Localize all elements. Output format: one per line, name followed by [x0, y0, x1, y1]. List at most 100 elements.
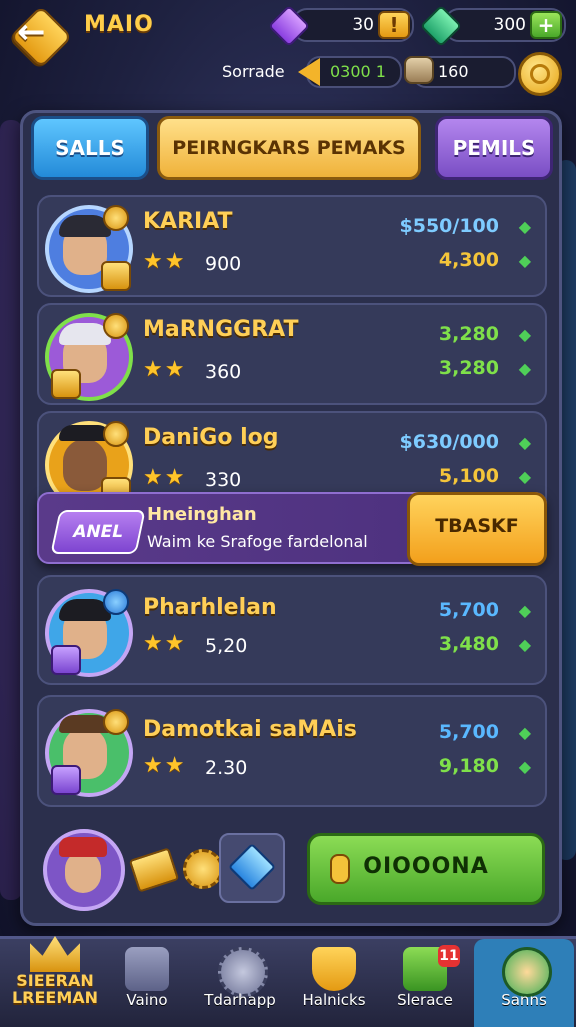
action-bar: OIOOONA — [37, 829, 545, 911]
key-icon — [330, 854, 350, 884]
tab-pemils[interactable]: PEMILS — [435, 116, 553, 180]
player-name: DaniGo log — [143, 425, 279, 450]
nav-label: Slerace — [397, 991, 453, 1009]
player-row[interactable]: Pharhlelan ★★ 5,20 5,700 ◆ 3,480 ◆ — [37, 575, 547, 685]
coin-button[interactable] — [518, 52, 562, 96]
promo-text: Waim ke Srafoge fardelonal — [147, 532, 368, 551]
shield-icon — [312, 947, 356, 991]
arrow-up-icon: ◆ — [518, 467, 531, 486]
nav-item-sanns[interactable]: Sanns — [474, 939, 574, 1027]
player-value-secondary: 3,480 — [438, 633, 499, 655]
player-level: 900 — [205, 253, 242, 275]
nav-label: Halnicks — [302, 991, 366, 1009]
player-value-primary: 5,700 — [438, 721, 499, 743]
counter-a-value: 0300 1 — [330, 62, 386, 81]
promo-button[interactable]: TBASKF — [407, 492, 547, 566]
leaderboard-panel: SALLS PEIRNGKARS PEMAKS PEMILS KARIAT ★★… — [20, 110, 562, 926]
blue-gem-icon — [227, 842, 277, 892]
gear-icon — [218, 947, 268, 997]
player-name: Damotkai saMAis — [143, 717, 357, 742]
medal-icon — [51, 765, 81, 795]
arrow-up-icon: ◆ — [518, 325, 531, 344]
arrow-up-icon: ◆ — [518, 635, 531, 654]
player-value-primary: $550/100 — [399, 215, 499, 237]
tower-icon — [125, 947, 169, 991]
arrow-marker-icon — [298, 58, 320, 86]
avatar — [45, 313, 133, 401]
logo-text: SIEERAN LREEMAN — [11, 971, 99, 1007]
stars-icon: ★★ — [143, 631, 187, 656]
player-value-secondary: 4,300 — [438, 249, 499, 271]
tab-peirngkars-pemaks[interactable]: PEIRNGKARS PEMAKS — [157, 116, 421, 180]
stars-icon: ★★ — [143, 249, 187, 274]
player-row[interactable]: MaRNGGRAT ★★ 360 3,280 ◆ 3,280 ◆ — [37, 303, 547, 405]
promo-title: Hneinghan — [147, 504, 257, 525]
stars-icon: ★★ — [143, 465, 187, 490]
add-cash-button[interactable]: + — [530, 11, 562, 39]
player-name: KARIAT — [143, 209, 233, 234]
badge-icon — [103, 205, 129, 231]
main-action-label: OIOOONA — [363, 854, 489, 879]
back-arrow-icon: ← — [17, 12, 46, 52]
medal-icon — [101, 261, 131, 291]
nav-item-tdarhapp[interactable]: Tdarhapp — [192, 939, 288, 1027]
avatar — [45, 589, 133, 677]
player-value-primary: 5,700 — [438, 599, 499, 621]
stars-icon: ★★ — [143, 753, 187, 778]
gem-counter: 30 ! — [292, 8, 414, 42]
player-level: 330 — [205, 469, 242, 491]
player-level: 2.30 — [205, 757, 248, 779]
promo-badge: ANEL — [50, 510, 146, 554]
badge-icon — [103, 421, 129, 447]
player-name: MaRNGGRAT — [143, 317, 299, 342]
player-value-secondary: 3,280 — [438, 357, 499, 379]
sub-label: Sorrade — [222, 62, 285, 81]
ore-icon — [404, 56, 434, 84]
player-level: 360 — [205, 361, 242, 383]
counter-a: 0300 1 — [306, 56, 402, 88]
main-action-button[interactable]: OIOOONA — [307, 833, 545, 905]
page-title: MAIO — [84, 12, 154, 37]
badge-icon — [103, 589, 129, 615]
badge-icon — [103, 313, 129, 339]
player-level: 5,20 — [205, 635, 248, 657]
nav-label: Tdarhapp — [204, 991, 276, 1009]
tab-salls[interactable]: SALLS — [31, 116, 149, 180]
counter-b-value: 160 — [438, 62, 469, 81]
nav-item-vaino[interactable]: Vaino — [104, 939, 190, 1027]
badge-icon — [103, 709, 129, 735]
profile-icon — [502, 947, 552, 997]
nav-item-slerace[interactable]: 11 Slerace — [380, 939, 470, 1027]
medal-icon — [51, 369, 81, 399]
player-row[interactable]: KARIAT ★★ 900 $550/100 ◆ 4,300 ◆ — [37, 195, 547, 297]
player-value-primary: 3,280 — [438, 323, 499, 345]
gem-slot[interactable] — [219, 833, 285, 903]
player-value-primary: $630/000 — [399, 431, 499, 453]
logo-crown-icon — [30, 936, 80, 972]
arrow-up-icon: ◆ — [518, 433, 531, 452]
avatar — [45, 205, 133, 293]
arrow-up-icon: ◆ — [518, 217, 531, 236]
promo-banner: ANEL Hneinghan Waim ke Srafoge fardelona… — [37, 492, 547, 566]
arrow-up-icon: ◆ — [518, 359, 531, 378]
game-logo: SIEERAN LREEMAN — [10, 934, 100, 1020]
player-value-secondary: 9,180 — [438, 755, 499, 777]
ticket-icon[interactable] — [128, 847, 180, 893]
player-name: Pharhlelan — [143, 595, 277, 620]
add-gems-button[interactable]: ! — [378, 11, 410, 39]
notification-badge: 11 — [438, 945, 460, 967]
background-decor-left — [0, 120, 22, 900]
avatar — [45, 709, 133, 797]
nav-label: Vaino — [126, 991, 168, 1009]
player-value-secondary: 5,100 — [438, 465, 499, 487]
player-row[interactable]: Damotkai saMAis ★★ 2.30 5,700 ◆ 9,180 ◆ — [37, 695, 547, 807]
nav-item-halnicks[interactable]: Halnicks — [290, 939, 378, 1027]
player-avatar[interactable] — [43, 829, 125, 911]
nav-label: Sanns — [501, 991, 547, 1009]
arrow-up-icon: ◆ — [518, 757, 531, 776]
arrow-up-icon: ◆ — [518, 251, 531, 270]
arrow-up-icon: ◆ — [518, 723, 531, 742]
gem-count: 30 — [352, 15, 374, 35]
cash-counter: 300 + — [444, 8, 566, 42]
gear-coin-icon[interactable] — [183, 849, 223, 889]
